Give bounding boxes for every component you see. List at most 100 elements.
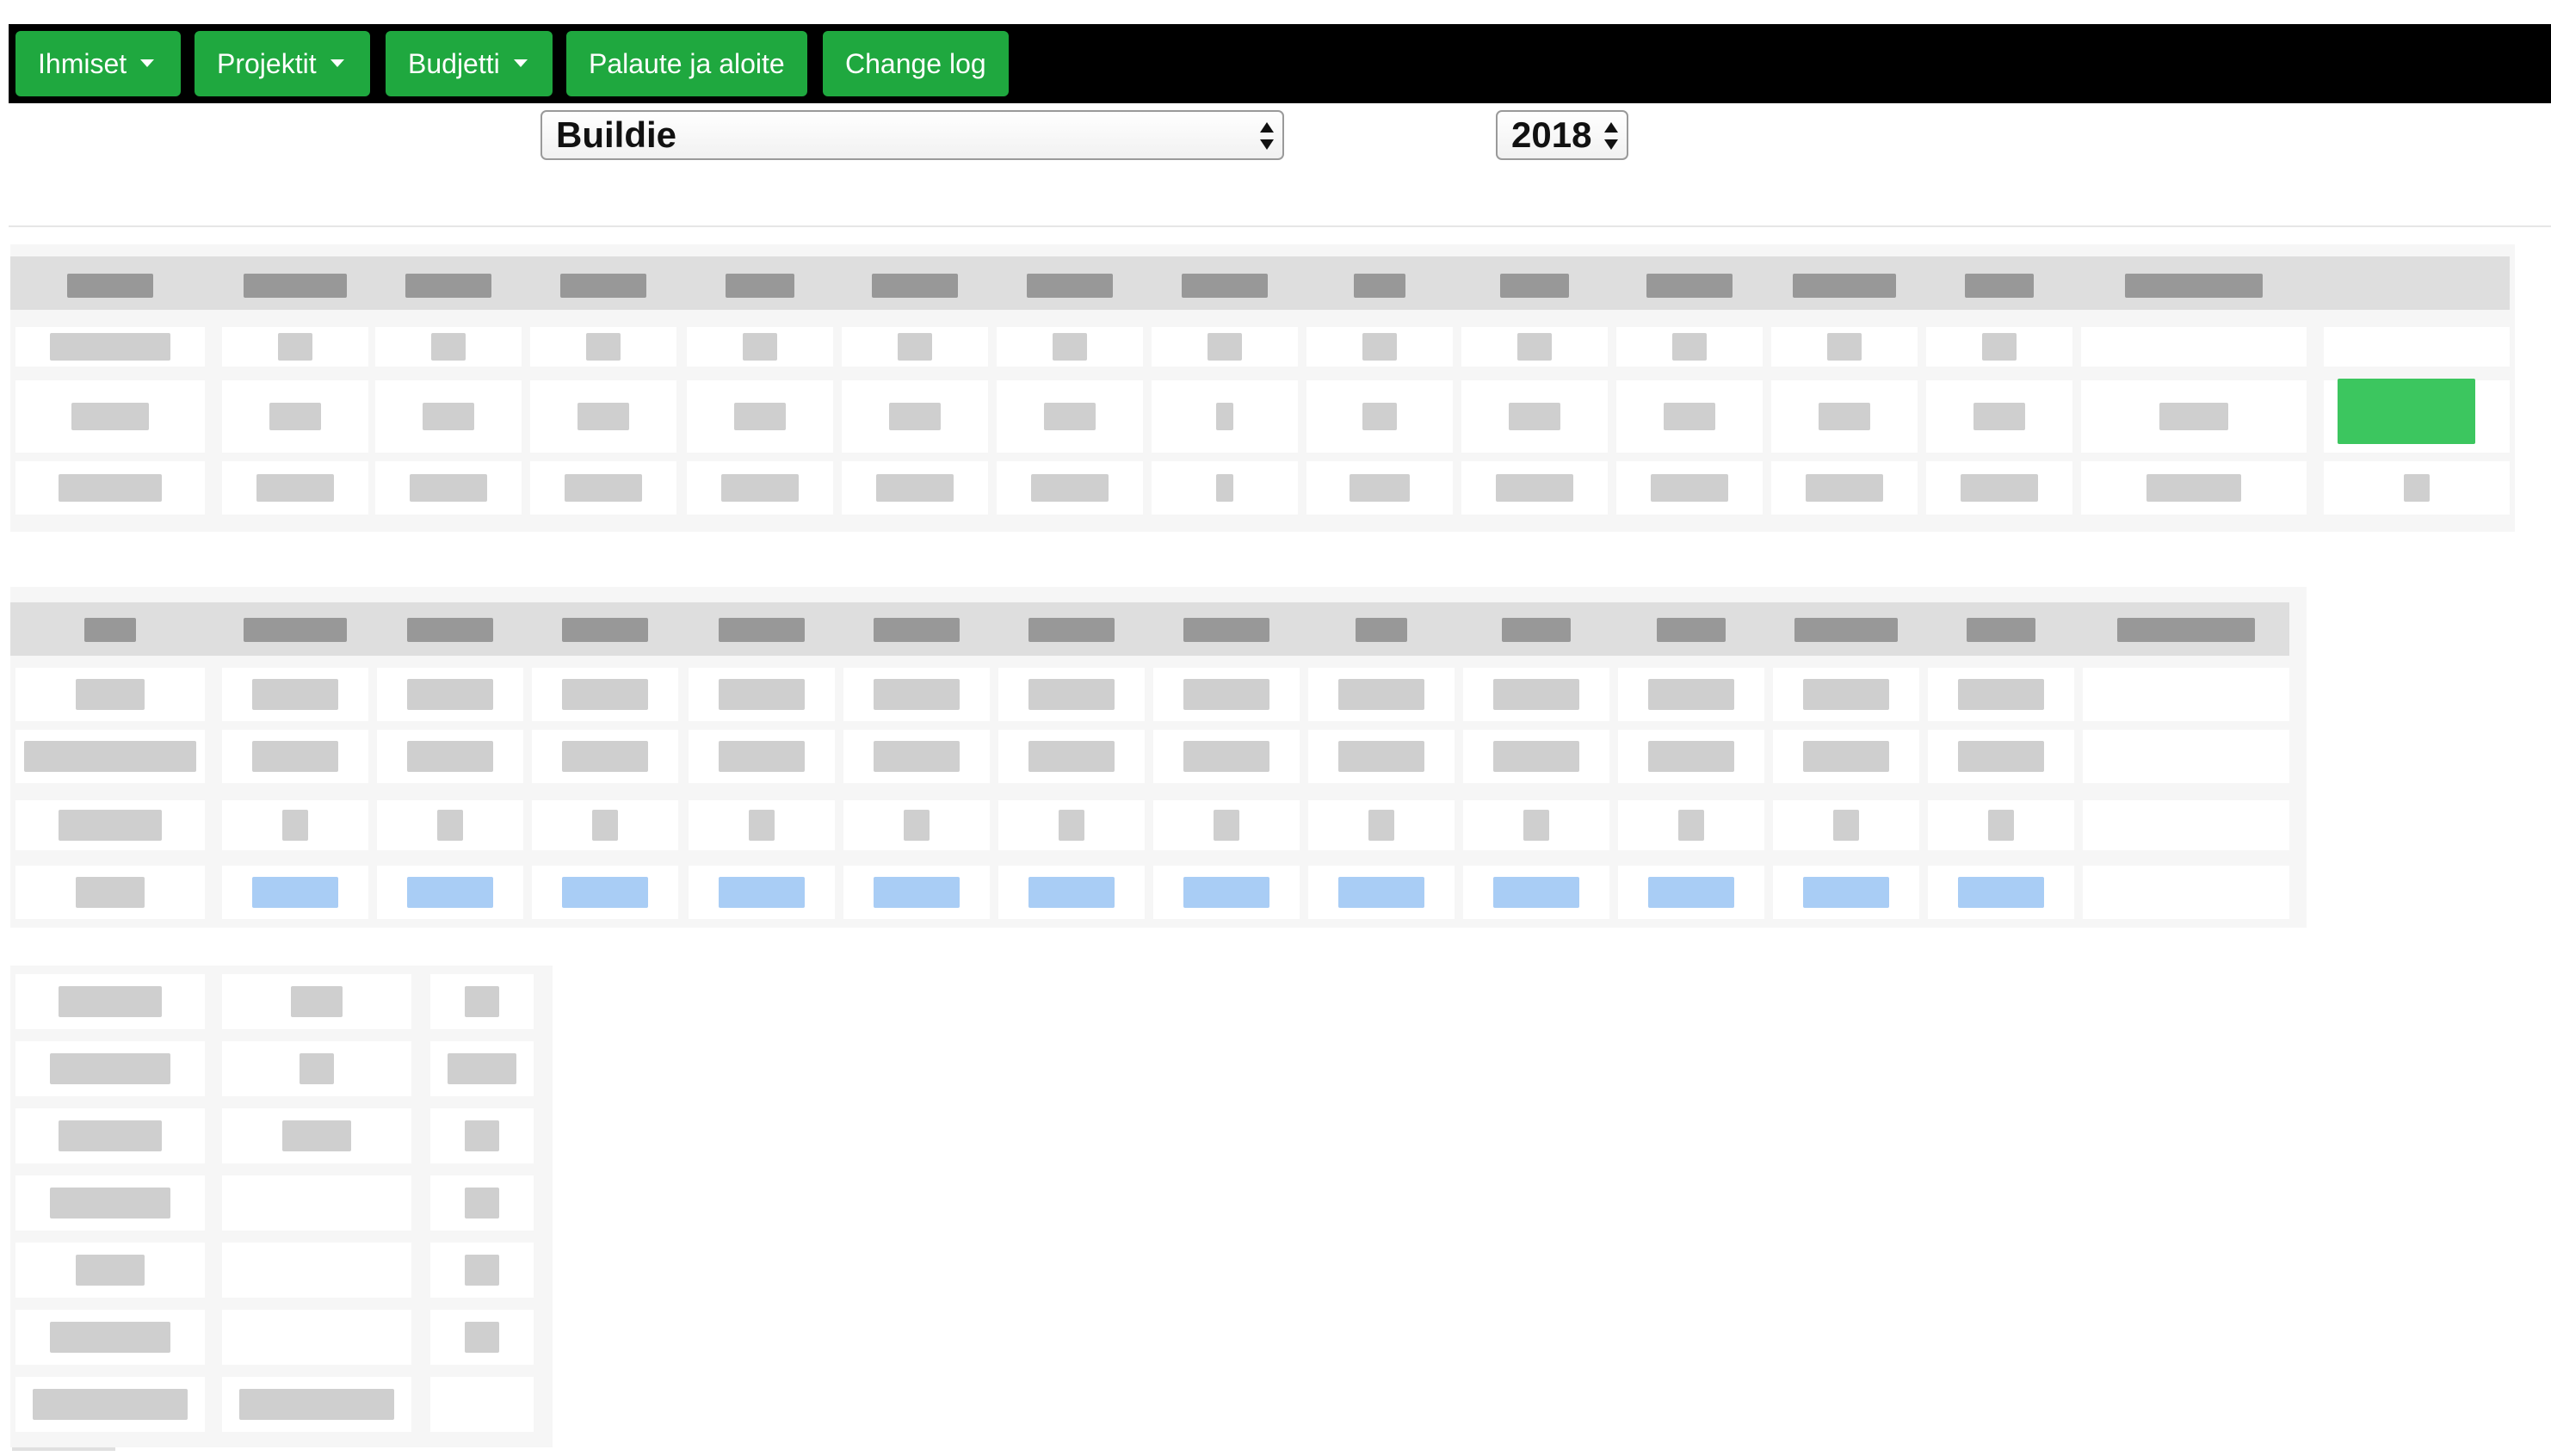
blurred-value [1028, 679, 1115, 710]
blurred-value [407, 741, 493, 772]
blurred-value [465, 1322, 499, 1353]
blurred-value [278, 333, 312, 361]
year-select-value: 2018 [1511, 114, 1592, 155]
blurred-value [410, 474, 487, 502]
nav-palaute-button[interactable]: Palaute ja aloite [566, 31, 807, 96]
nav-budjetti-dropdown[interactable]: Budjetti [386, 31, 553, 96]
header-cell [726, 274, 794, 298]
blurred-value [465, 1188, 499, 1218]
header-cell [2125, 274, 2263, 298]
blurred-value [423, 403, 474, 430]
blurred-value [578, 403, 629, 430]
header-cell [1502, 618, 1571, 642]
blue-value-cell [1028, 877, 1115, 908]
blurred-value [71, 403, 149, 430]
blurred-value [1651, 474, 1728, 502]
blue-value-cell [407, 877, 493, 908]
blurred-value [1183, 741, 1269, 772]
blurred-value [749, 810, 775, 841]
header-cell [1967, 618, 2035, 642]
blurred-value [562, 679, 648, 710]
blurred-value [743, 333, 777, 361]
blurred-value [1958, 741, 2044, 772]
header-cell [67, 274, 153, 298]
blurred-value [239, 1389, 394, 1420]
header-cell [1500, 274, 1569, 298]
blurred-value [448, 1053, 516, 1084]
blue-value-cell [1338, 877, 1424, 908]
nav-ihmiset-dropdown[interactable]: Ihmiset [15, 31, 181, 96]
blurred-value [1059, 810, 1084, 841]
blurred-value [1216, 403, 1233, 430]
blurred-value [1496, 474, 1573, 502]
blurred-value [1183, 679, 1269, 710]
nav-changelog-button[interactable]: Change log [823, 31, 1009, 96]
project-select-value: Buildie [556, 114, 677, 155]
nav-changelog-label: Change log [845, 48, 986, 79]
blurred-value [1973, 403, 2025, 430]
blurred-value [1803, 741, 1889, 772]
blurred-value [2159, 403, 2228, 430]
blurred-value [1523, 810, 1549, 841]
blurred-value [874, 741, 960, 772]
blurred-value [889, 403, 941, 430]
blurred-value [59, 1120, 162, 1151]
blurred-value [1028, 741, 1115, 772]
blurred-value [1350, 474, 1410, 502]
blurred-value [1493, 679, 1579, 710]
caret-down-icon [140, 59, 155, 68]
blurred-value [50, 1322, 170, 1353]
blurred-value [76, 1255, 145, 1286]
blurred-value [282, 810, 308, 841]
header-cell [1356, 618, 1407, 642]
blurred-value [1044, 403, 1096, 430]
blurred-value [565, 474, 642, 502]
blurred-value [586, 333, 621, 361]
blurred-value [1827, 333, 1862, 361]
table-cell [222, 1175, 411, 1231]
nav-ihmiset-label: Ihmiset [38, 48, 127, 79]
header-cell [560, 274, 646, 298]
blurred-value [1338, 679, 1424, 710]
blurred-value [876, 474, 954, 502]
header-cell [872, 274, 958, 298]
blue-value-cell [1803, 877, 1889, 908]
header-cell [244, 618, 347, 642]
year-select[interactable]: 2018 [1496, 110, 1628, 160]
highlighted-value-cell [2338, 379, 2475, 444]
blue-value-cell [719, 877, 805, 908]
blurred-value [437, 810, 463, 841]
blurred-value [1208, 333, 1242, 361]
project-select[interactable]: Buildie [540, 110, 1284, 160]
blue-value-cell [1183, 877, 1269, 908]
table-cell [2324, 327, 2510, 367]
blurred-value [76, 679, 145, 710]
blurred-value [734, 403, 786, 430]
blurred-value [407, 679, 493, 710]
summary-table-2-header [10, 602, 2289, 656]
blue-value-cell [1648, 877, 1734, 908]
blue-value-cell [1958, 877, 2044, 908]
blurred-value [1982, 333, 2017, 361]
header-cell [1354, 274, 1405, 298]
blurred-value [1819, 403, 1870, 430]
table-cell [430, 1377, 534, 1432]
blurred-value [256, 474, 334, 502]
nav-projektit-label: Projektit [217, 48, 317, 79]
blurred-value [1648, 741, 1734, 772]
blurred-value [1664, 403, 1715, 430]
table-cell [2081, 327, 2307, 367]
header-cell [1657, 618, 1726, 642]
blurred-value [898, 333, 932, 361]
header-cell [1182, 274, 1268, 298]
blue-value-cell [1493, 877, 1579, 908]
table-cell [2083, 800, 2289, 850]
section-divider [9, 225, 2551, 227]
header-cell [84, 618, 136, 642]
header-cell [1965, 274, 2034, 298]
blurred-value [1338, 741, 1424, 772]
blurred-value [1031, 474, 1109, 502]
blurred-value [50, 1053, 170, 1084]
blurred-value [50, 1188, 170, 1218]
nav-projektit-dropdown[interactable]: Projektit [195, 31, 370, 96]
